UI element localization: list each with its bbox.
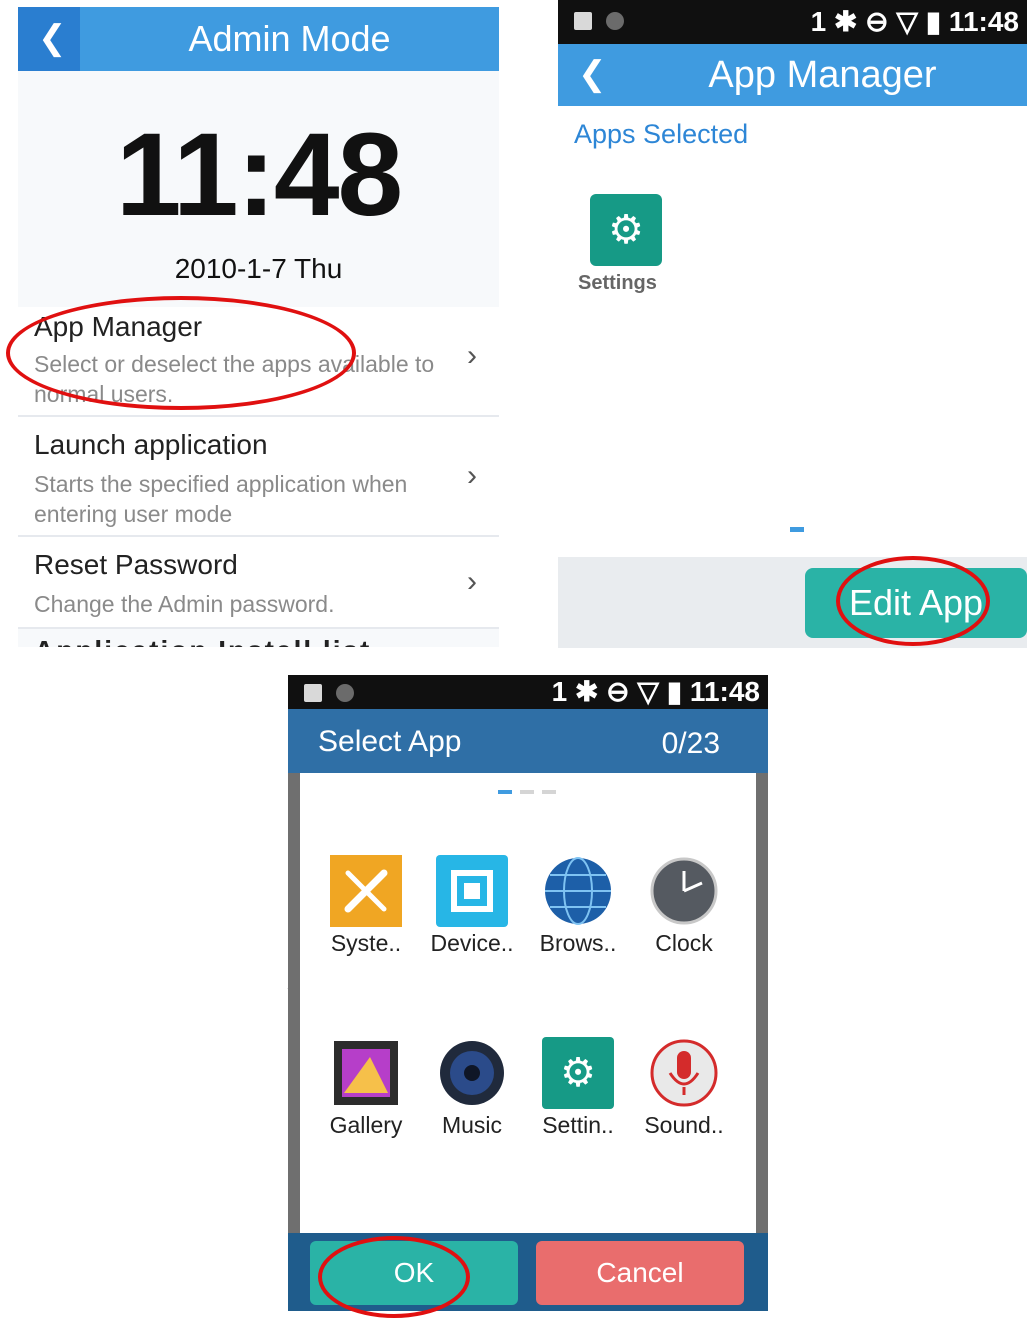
app-tile-device[interactable] (436, 855, 508, 927)
menu-item-title: Launch application (34, 429, 268, 460)
chevron-right-icon: › (467, 339, 477, 372)
app-tile-system[interactable] (330, 855, 402, 927)
menu-item-reset-password[interactable]: Reset Password Change the Admin password… (18, 537, 499, 629)
page-dot-active (498, 790, 512, 794)
status-bar: 1 ✱ ⊖ ▽ ▮ 11:48 (558, 0, 1027, 44)
page-title: Admin Mode (188, 18, 391, 59)
select-app-header: Select App 0/23 (288, 709, 768, 773)
image-notification-icon (574, 12, 592, 30)
select-app-dialog: 1 ✱ ⊖ ▽ ▮ 11:48 Select App 0/23 Syste.. … (288, 675, 768, 1311)
chevron-right-icon: › (467, 459, 477, 492)
admin-header: ❮ Admin Mode (18, 7, 499, 71)
app-label: Music (441, 1112, 503, 1138)
app-label: Device.. (430, 930, 514, 956)
microphone-icon (650, 1039, 718, 1107)
app-tile-gallery[interactable] (330, 1037, 402, 1109)
globe-icon (545, 857, 611, 925)
status-bar: 1 ✱ ⊖ ▽ ▮ 11:48 (288, 675, 768, 709)
page-title: App Manager (708, 54, 937, 96)
app-tile-sound-recorder[interactable] (648, 1037, 720, 1109)
annotation-ellipse (318, 1236, 470, 1318)
menu-item-description: Starts the specified application when en… (34, 471, 408, 527)
app-label: Clock (655, 930, 713, 956)
app-tile-settings[interactable]: ⚙ (542, 1037, 614, 1109)
app-tile-clock[interactable] (648, 855, 720, 927)
gear-icon: ⚙ (560, 1051, 596, 1095)
page-indicator (790, 527, 804, 532)
gear-icon: ⚙ (608, 208, 644, 252)
app-label: Sound.. (644, 1112, 724, 1138)
dialog-edge-right (756, 773, 768, 1311)
menu-item-launch-application[interactable]: Launch application Starts the specified … (18, 417, 499, 537)
app-tile-music[interactable] (436, 1037, 508, 1109)
dialog-edge-left (288, 773, 300, 1311)
page-dot (520, 790, 534, 794)
dialog-title: Select App (318, 725, 462, 758)
notification-dot-icon (606, 12, 624, 30)
app-manager-header: ❮ App Manager (558, 44, 1027, 106)
clock-icon (650, 857, 718, 925)
tools-icon (344, 869, 388, 913)
app-label: Brows.. (539, 930, 617, 956)
cancel-button[interactable]: Cancel (536, 1241, 744, 1305)
app-tile-browser[interactable] (542, 855, 614, 927)
menu-item-description: Change the Admin password. (34, 591, 335, 617)
status-bar-info: 1 ✱ ⊖ ▽ ▮ 11:48 (551, 676, 760, 707)
notification-dot-icon (336, 684, 354, 702)
clock-display: 11:48 (115, 109, 403, 241)
app-grid (300, 773, 756, 1233)
image-notification-icon (304, 684, 322, 702)
annotation-ellipse (6, 296, 356, 410)
app-settings[interactable]: ⚙ (590, 194, 662, 266)
menu-item-title: Reset Password (34, 549, 238, 580)
app-label: Syste.. (330, 930, 402, 956)
chip-icon (451, 870, 493, 912)
app-manager-screen: 1 ✱ ⊖ ▽ ▮ 11:48 ❮ App Manager Apps Selec… (558, 0, 1027, 648)
chevron-left-icon: ❮ (38, 19, 67, 57)
menu-item-partial[interactable]: Application Install list (34, 635, 371, 647)
speaker-icon (440, 1041, 504, 1105)
section-heading: Apps Selected (574, 119, 749, 149)
back-button[interactable]: ❮ (578, 54, 607, 94)
app-label: Settings (578, 272, 657, 294)
chevron-right-icon: › (467, 565, 477, 598)
annotation-ellipse (836, 556, 990, 646)
back-button[interactable]: ❮ (18, 7, 80, 71)
status-bar-info: 1 ✱ ⊖ ▽ ▮ 11:48 (810, 6, 1019, 37)
page-dot (542, 790, 556, 794)
app-label: Settin.. (542, 1112, 614, 1138)
selection-count: 0/23 (661, 727, 720, 760)
gallery-icon (334, 1041, 398, 1105)
app-label: Gallery (329, 1112, 403, 1138)
date-display: 2010-1-7 Thu (174, 253, 343, 284)
